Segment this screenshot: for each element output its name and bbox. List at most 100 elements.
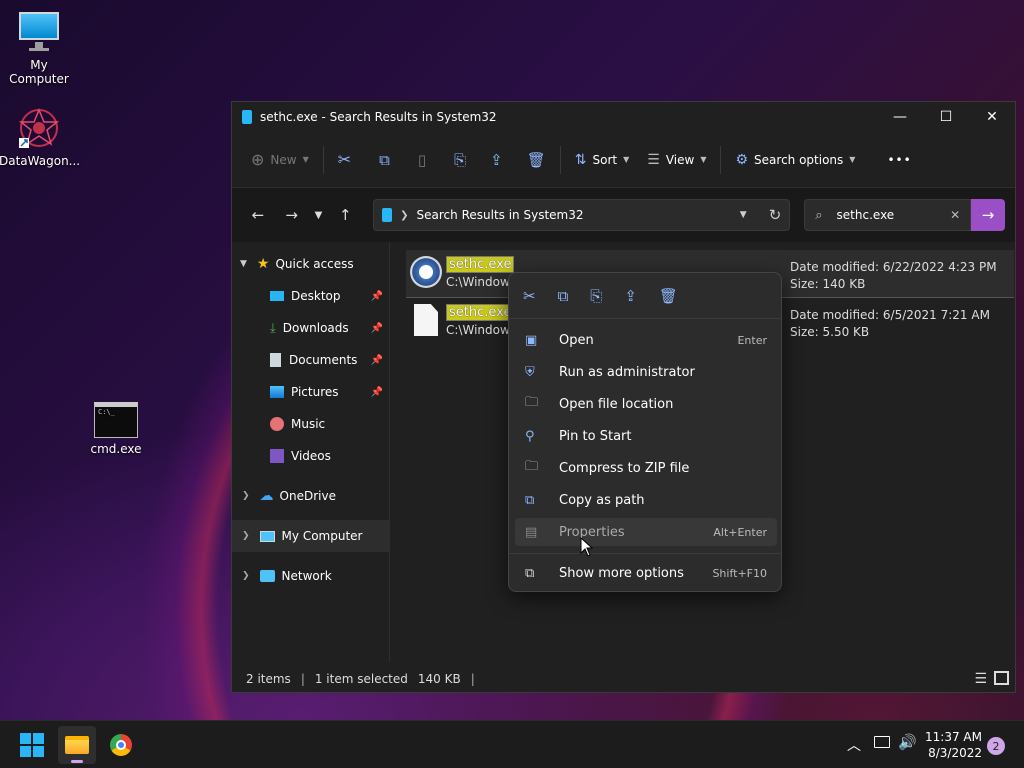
scissors-icon[interactable]: ✂ xyxy=(523,287,536,305)
selection-info: 1 item selected xyxy=(314,672,408,686)
address-dropdown-icon[interactable]: ▼ xyxy=(740,210,747,220)
clipboard-icon: ▯ xyxy=(417,150,427,169)
picture-icon xyxy=(270,386,284,398)
taskbar-chrome[interactable] xyxy=(103,729,139,761)
nav-item-videos[interactable]: Videos xyxy=(232,440,389,472)
menu-item-pin-to-start[interactable]: ⚲ Pin to Start xyxy=(515,422,777,450)
details-view-icon[interactable]: ☰ xyxy=(974,671,987,687)
recent-locations-button[interactable]: ▼ xyxy=(308,199,330,231)
pin-icon: 📌 xyxy=(370,386,383,398)
tiles-view-icon[interactable] xyxy=(994,671,1009,685)
menu-item-open-file-location[interactable]: 🗀 Open file location xyxy=(515,390,777,418)
forward-button[interactable]: → xyxy=(276,199,308,231)
navigation-pane: ▼ ★ Quick access Desktop 📌 ⤓ Downloads 📌… xyxy=(232,242,390,662)
nav-quick-access[interactable]: ▼ ★ Quick access xyxy=(232,248,389,280)
chevron-right-icon: ❯ xyxy=(242,571,250,581)
nav-item-documents[interactable]: Documents 📌 xyxy=(232,344,389,376)
open-icon: ▣ xyxy=(525,332,538,348)
selection-size: 140 KB xyxy=(417,672,461,686)
music-icon xyxy=(270,417,284,431)
clock-time: 11:37 AM xyxy=(925,730,982,744)
rename-icon: ⎘ xyxy=(454,150,467,169)
menu-item-show-more-options[interactable]: ⧉ Show more options Shift+F10 xyxy=(515,559,777,587)
minimize-button[interactable]: — xyxy=(877,102,923,132)
computer-icon xyxy=(259,530,275,542)
menu-item-copy-as-path[interactable]: ⧉ Copy as path xyxy=(515,486,777,514)
search-box[interactable]: ⌕ sethc.exe ✕ xyxy=(804,199,972,231)
arrow-right-icon: → xyxy=(981,206,995,224)
chevron-up-icon[interactable]: ︿ xyxy=(847,735,861,755)
menu-divider xyxy=(509,553,781,554)
desktop-icon xyxy=(270,291,284,301)
menu-item-run-as-admin[interactable]: ⛨ Run as administrator xyxy=(515,358,777,386)
desktop-icon-cmd[interactable]: C:\_ cmd.exe xyxy=(76,402,156,456)
rename-button[interactable]: ⎘ xyxy=(445,142,475,178)
paste-button[interactable]: ▯ xyxy=(409,142,435,178)
new-button[interactable]: ⊕ New ▼ xyxy=(242,142,318,178)
search-options-button[interactable]: ⚙ Search options ▼ xyxy=(726,142,864,178)
back-button[interactable]: ← xyxy=(242,199,274,231)
cloud-icon: ☁ xyxy=(259,488,274,504)
more-options-icon: ⧉ xyxy=(525,565,535,581)
nav-network[interactable]: ❯ Network xyxy=(232,560,389,592)
menu-item-properties[interactable]: ▤ Properties Alt+Enter xyxy=(515,518,777,546)
desktop-icon-label: My Computer xyxy=(9,58,69,86)
menu-item-open[interactable]: ▣ Open Enter xyxy=(515,326,777,354)
arrow-up-icon: ↑ xyxy=(338,206,352,224)
search-go-button[interactable]: → xyxy=(971,199,1005,231)
sort-icon: ⇅ xyxy=(574,151,587,168)
copy-icon[interactable]: ⧉ xyxy=(558,287,569,305)
refresh-icon[interactable]: ↻ xyxy=(769,206,782,224)
close-button[interactable]: ✕ xyxy=(969,102,1015,132)
file-name: sethc.exe xyxy=(446,304,515,321)
cut-button[interactable]: ✂ xyxy=(329,142,360,178)
pin-icon: ⚲ xyxy=(525,428,535,444)
desktop-icon-label: cmd.exe xyxy=(90,442,142,456)
scissors-icon: ✂ xyxy=(337,150,352,169)
chevron-down-icon: ▼ xyxy=(849,155,856,164)
taskbar-file-explorer[interactable] xyxy=(58,726,96,764)
trash-icon[interactable]: 🗑 xyxy=(659,287,678,305)
nav-item-music[interactable]: Music xyxy=(232,408,389,440)
nav-item-downloads[interactable]: ⤓ Downloads 📌 xyxy=(232,312,389,344)
sort-button[interactable]: ⇅ Sort ▼ xyxy=(566,142,639,178)
start-button[interactable] xyxy=(14,729,50,761)
view-button[interactable]: ☰ View ▼ xyxy=(638,142,715,178)
window-title: sethc.exe - Search Results in System32 xyxy=(260,110,497,124)
up-button[interactable]: ↑ xyxy=(329,199,361,231)
nav-item-pictures[interactable]: Pictures 📌 xyxy=(232,376,389,408)
title-bar[interactable]: sethc.exe - Search Results in System32 —… xyxy=(232,102,1015,132)
rename-icon[interactable]: ⎘ xyxy=(590,287,602,305)
chevron-down-icon: ▼ xyxy=(700,155,707,164)
terminal-icon: C:\_ xyxy=(94,402,138,438)
volume-icon[interactable]: 🔊 xyxy=(898,733,917,751)
nav-onedrive[interactable]: ❯ ☁ OneDrive xyxy=(232,480,389,512)
address-row: ← → ▼ ↑ ❯ Search Results in System32 ▼ ↻… xyxy=(232,188,1015,242)
desktop-icon-label: DataWagon... xyxy=(0,154,81,168)
copy-button[interactable]: ⧉ xyxy=(370,142,399,178)
address-bar[interactable]: ❯ Search Results in System32 ▼ ↻ xyxy=(373,199,791,231)
nav-item-desktop[interactable]: Desktop 📌 xyxy=(232,280,389,312)
arrow-left-icon: ← xyxy=(251,206,265,224)
menu-item-compress-zip[interactable]: 🗀 Compress to ZIP file xyxy=(515,454,777,482)
share-button[interactable]: ⇪ xyxy=(481,142,512,178)
notification-badge[interactable]: 2 xyxy=(987,737,1005,755)
desktop-icon-datawagon[interactable]: DataWagon... xyxy=(0,106,81,168)
desktop-icon-my-computer[interactable]: My Computer xyxy=(0,10,79,86)
video-icon xyxy=(270,449,284,463)
search-results-icon xyxy=(382,208,393,222)
delete-button[interactable]: 🗑 xyxy=(518,142,555,178)
network-icon xyxy=(259,570,275,582)
trash-icon: 🗑 xyxy=(526,150,546,169)
search-input[interactable]: sethc.exe xyxy=(837,208,895,222)
chevron-right-icon: ❯ xyxy=(400,209,409,221)
network-status-icon[interactable] xyxy=(874,736,890,748)
clear-search-icon[interactable]: ✕ xyxy=(950,208,960,222)
more-options-button[interactable]: ••• xyxy=(878,142,920,178)
file-icon xyxy=(242,110,252,124)
nav-my-computer[interactable]: ❯ My Computer xyxy=(232,520,389,552)
maximize-button[interactable]: ☐ xyxy=(923,102,969,132)
share-icon[interactable]: ⇪ xyxy=(624,287,637,305)
file-modified: Date modified: 6/22/2022 4:23 PM xyxy=(790,260,997,274)
system-clock[interactable]: 11:37 AM 8/3/2022 xyxy=(925,729,982,761)
